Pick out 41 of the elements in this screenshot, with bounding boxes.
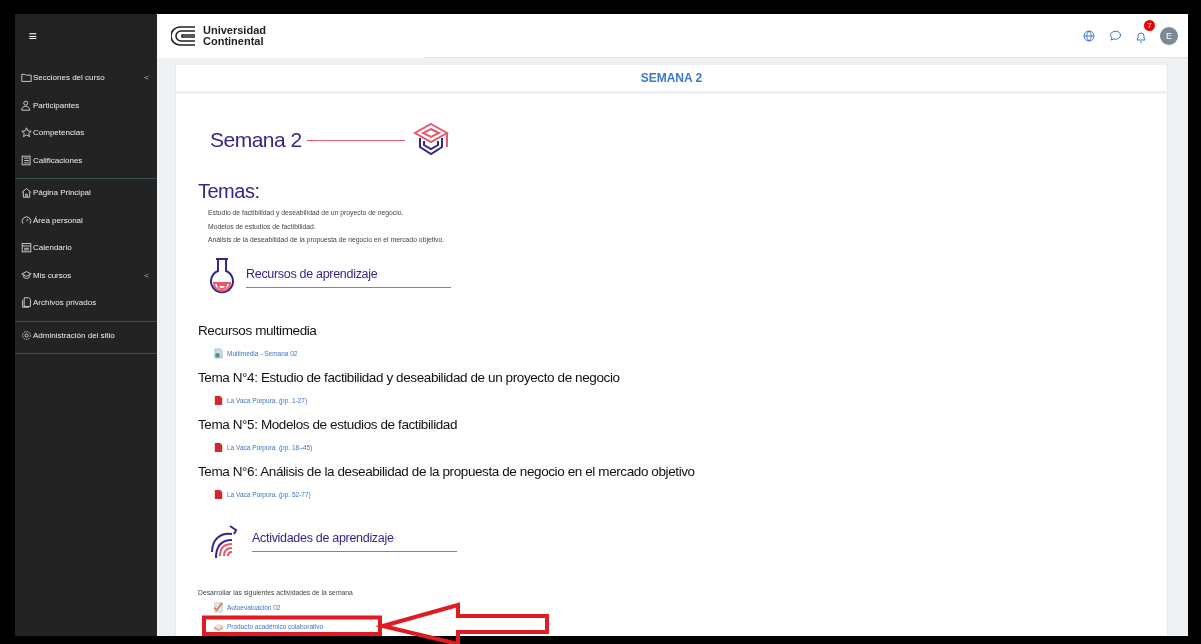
resource-group-title: Recursos multimedia: [198, 322, 318, 338]
topics-heading: Temas:: [198, 180, 261, 203]
sidebar-item[interactable]: Archivos privados: [15, 289, 157, 317]
sidebar-item[interactable]: Calendario: [15, 234, 157, 262]
section-subheading: Recursos de aprendizaje: [246, 267, 451, 289]
bell-icon[interactable]: [1134, 29, 1148, 44]
sidebar-item[interactable]: Administración del sitio: [15, 321, 157, 349]
notification-badge: 7: [1144, 19, 1155, 31]
sidebar-item[interactable]: Área personal: [15, 206, 157, 234]
section-subheading: Actividades de aprendizaje: [252, 531, 457, 553]
pdf-file-icon: [213, 441, 224, 453]
gauge-icon: [21, 214, 32, 226]
star-icon: [21, 127, 32, 139]
calendar-icon: [21, 242, 32, 254]
sidebar-item[interactable]: Participantes: [15, 91, 157, 119]
cap-icon: [21, 269, 32, 281]
files-icon: [21, 297, 32, 309]
people-icon: [21, 99, 32, 111]
pdf-file-icon: [213, 394, 224, 406]
logo-icon: [171, 25, 197, 47]
resource-group-title: Tema N°5: Modelos de estudios de factibilidad: [198, 416, 459, 432]
checklist-icon: [213, 601, 224, 613]
resource-group-title: Tema N°6: Análisis de la deseabilidad de la propuesta de negocio en el mercado objetivo: [198, 463, 696, 479]
section-title: SEMANA 2: [176, 62, 1167, 94]
sidebar-item[interactable]: Calificaciones: [15, 146, 157, 174]
week-heading: Semana 2: [210, 128, 302, 152]
globe-icon[interactable]: [1082, 28, 1096, 43]
book-icon: [21, 154, 32, 166]
folder-icon: [21, 72, 32, 84]
gear-icon: [21, 329, 32, 341]
pdf-file-icon: [213, 488, 224, 500]
sidebar-item[interactable]: Página Principal: [15, 179, 157, 207]
user-avatar[interactable]: E: [1160, 26, 1178, 45]
logo-text: Universidad Continental: [203, 25, 266, 47]
home-icon: [21, 187, 32, 199]
resource-group-title: Tema N°4: Estudio de factibilidad y deseabilidad de un proyecto de negocio: [198, 369, 621, 385]
chat-icon[interactable]: [1108, 28, 1122, 43]
sidebar-item[interactable]: Mis cursos <: [15, 261, 157, 289]
sidebar-item[interactable]: Competencias: [15, 119, 157, 147]
sidebar-item[interactable]: Secciones del curso <: [15, 64, 157, 92]
web-page-icon: [213, 347, 224, 359]
